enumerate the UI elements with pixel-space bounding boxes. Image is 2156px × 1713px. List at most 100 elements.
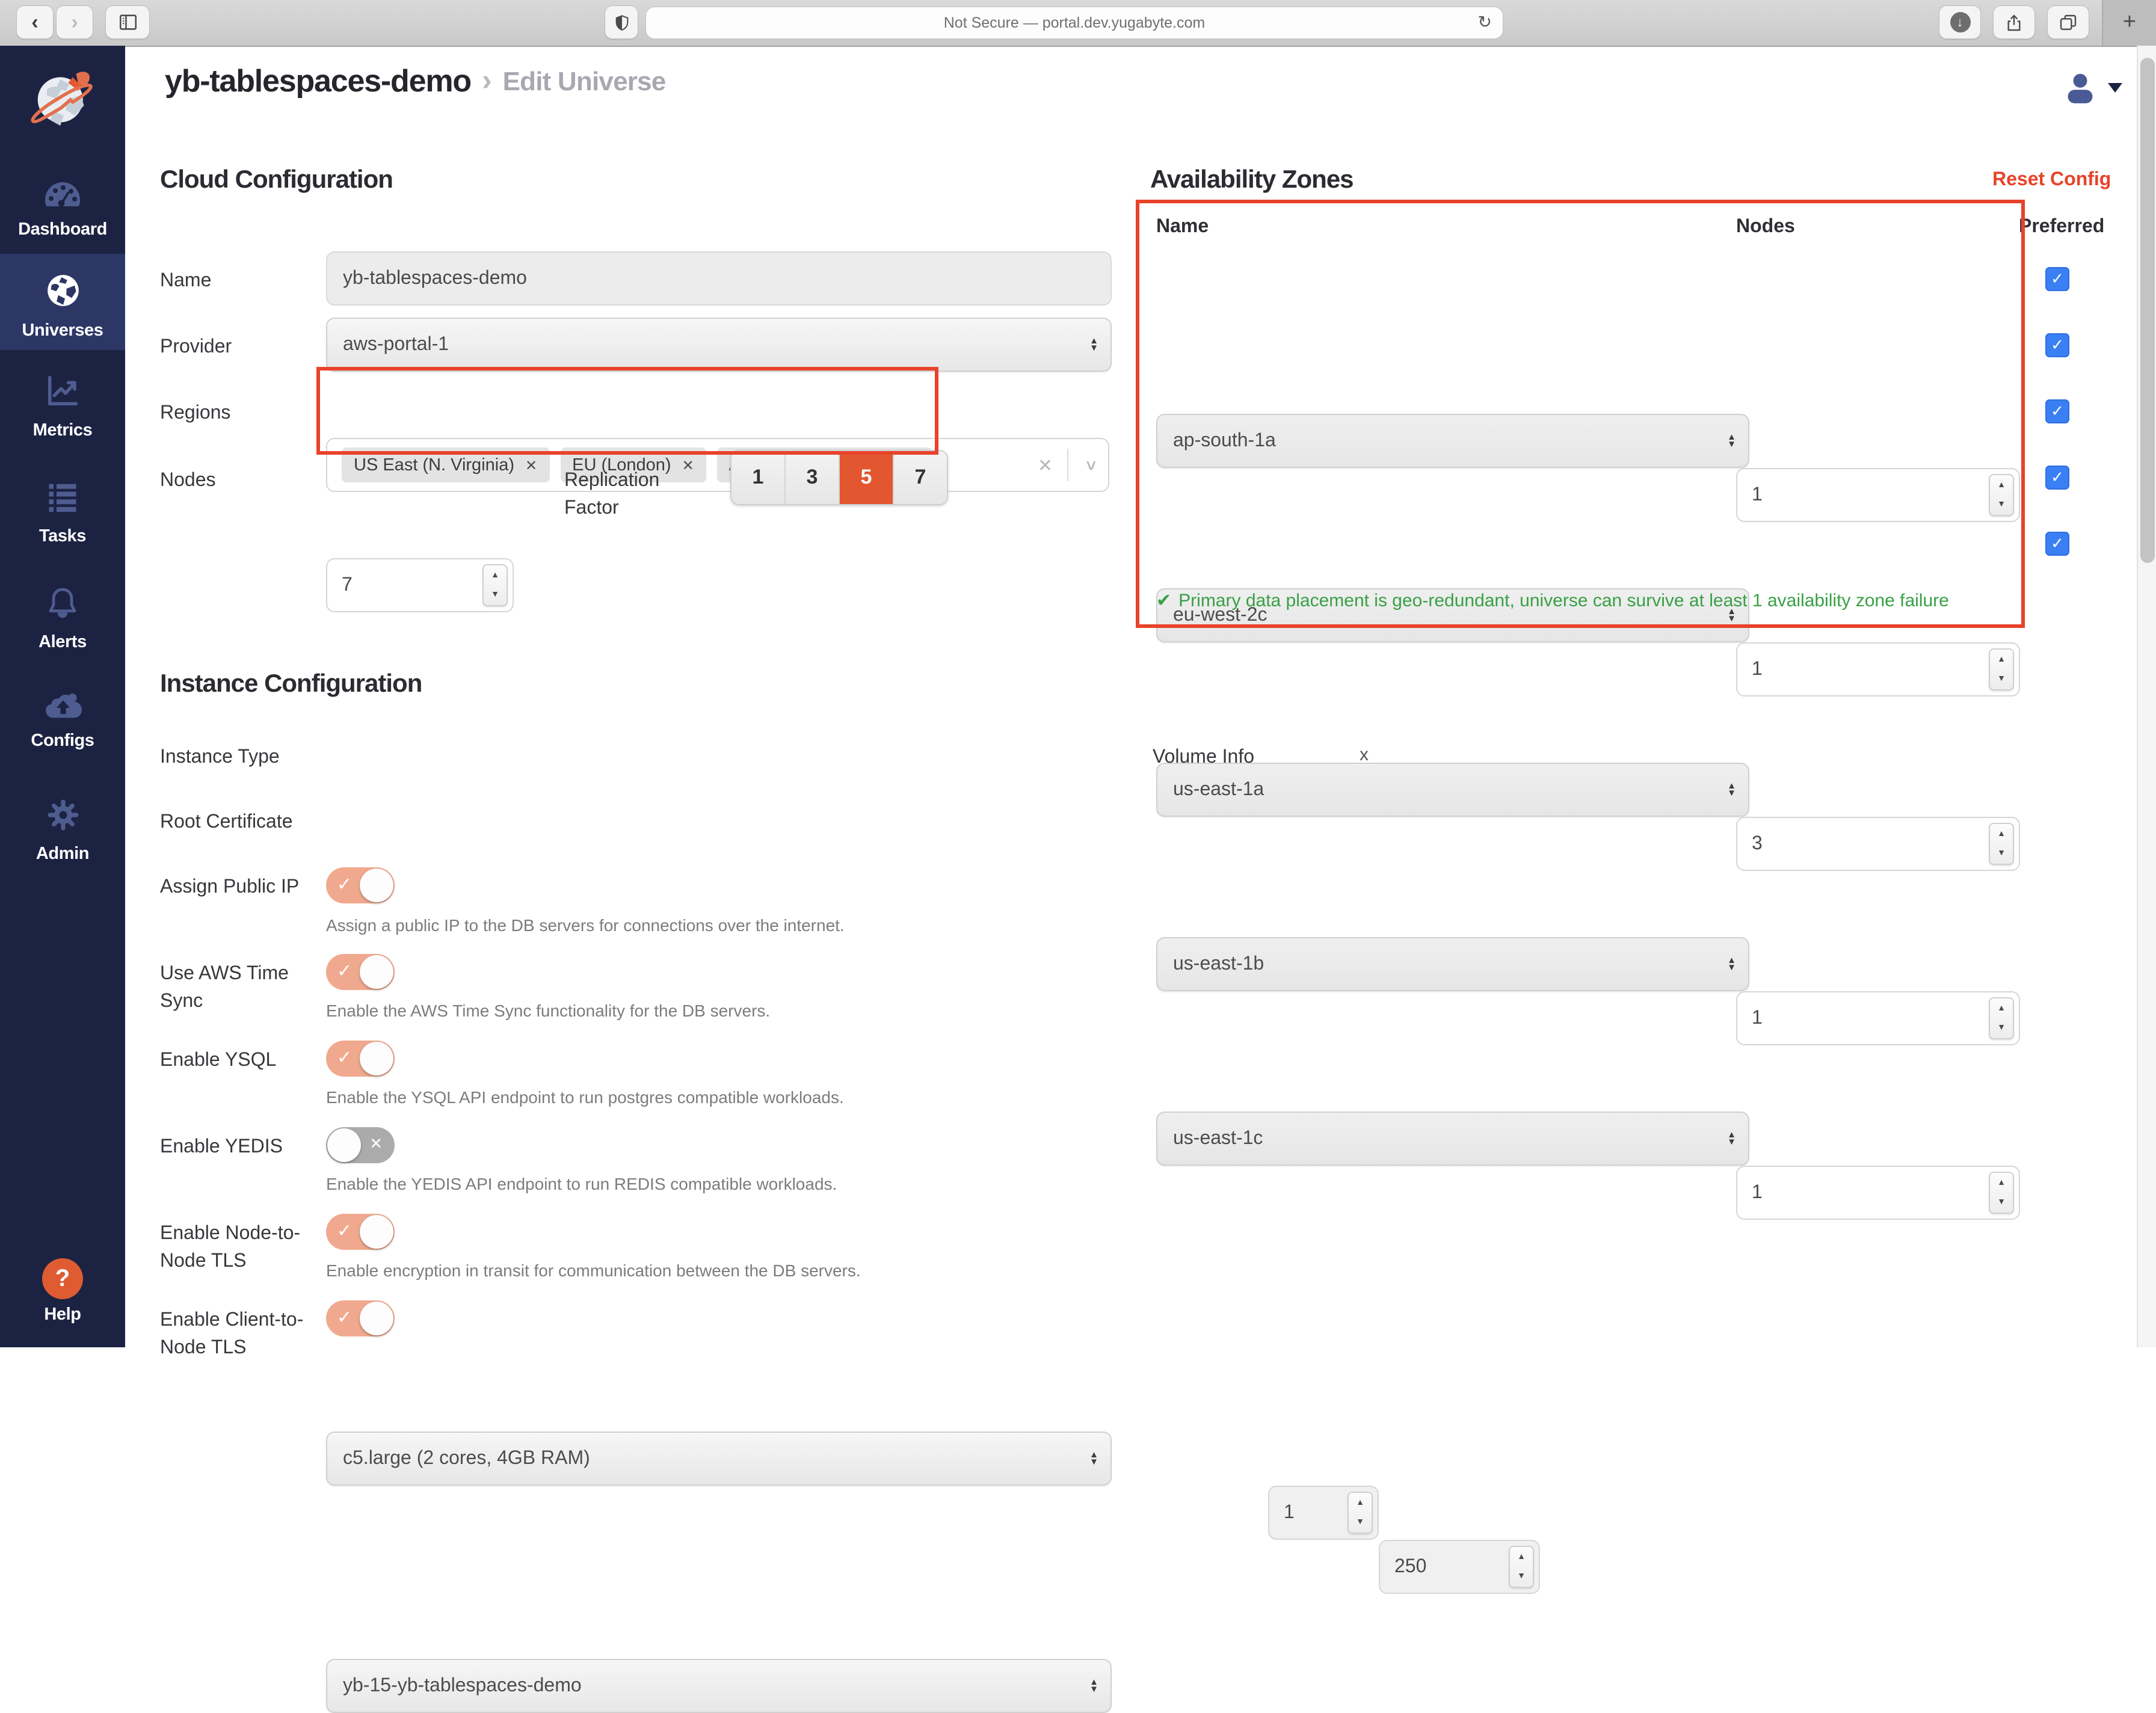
preferred-checkbox[interactable]: ✓ [2045,333,2069,357]
rf-option-1[interactable]: 1 [732,451,784,504]
node-to-node-tls-toggle[interactable]: ✓ [326,1214,395,1250]
volume-count-input[interactable]: 1 ▲▼ [1268,1486,1379,1540]
provider-label: Provider [160,333,232,361]
downloads-button[interactable]: ↓ [1939,6,1980,38]
assign-public-ip-description: Assign a public IP to the DB servers for… [326,915,845,935]
tabs-icon [2059,13,2078,32]
az-nodes-input[interactable]: 1 ▲▼ [1736,991,2020,1045]
stepper-buttons[interactable]: ▲▼ [1989,997,2014,1039]
reload-icon[interactable]: ↻ [1478,12,1492,32]
yugabyte-logo[interactable] [26,63,99,141]
sidebar-item-metrics[interactable]: Metrics [0,373,125,440]
az-nodes-input[interactable]: 3 ▲▼ [1736,817,2020,871]
sidebar-item-alerts[interactable]: Alerts [0,585,125,652]
name-value: yb-tablespaces-demo [343,268,527,289]
select-arrows-icon: ▲▼ [1727,956,1736,972]
node-to-node-tls-label: Enable Node-to- Node TLS [160,1220,328,1275]
remove-region-icon[interactable]: ✕ [525,457,537,473]
sidebar-item-configs[interactable]: Configs [0,690,125,750]
sidebar-item-label: Dashboard [0,220,125,239]
enable-ysql-label: Enable YSQL [160,1047,319,1074]
sidebar-item-tasks[interactable]: Tasks [0,479,125,546]
replication-factor-group: 1 3 5 7 [730,450,948,505]
breadcrumb: yb-tablespaces-demo › Edit Universe [165,63,665,100]
chart-line-icon [45,373,81,409]
regions-label: Regions [160,399,230,427]
az-zone-select[interactable]: us-east-1c ▲▼ [1156,1112,1749,1166]
client-to-node-tls-toggle[interactable]: ✓ [326,1300,395,1336]
az-nodes-input[interactable]: 1 ▲▼ [1736,1166,2020,1220]
sidebar-item-admin[interactable]: Admin [0,798,125,864]
assign-public-ip-toggle[interactable]: ✓ [326,867,395,903]
sidebar-toggle-button[interactable] [106,6,149,38]
nodes-input[interactable]: 7 ▲▼ [326,558,514,612]
select-arrows-icon: ▲▼ [1727,1131,1736,1146]
chevron-down-icon [2108,83,2122,93]
region-chip[interactable]: US East (N. Virginia) ✕ [342,447,549,482]
az-zone-select[interactable]: ap-south-1a ▲▼ [1156,414,1749,468]
name-label: Name [160,267,211,295]
stepper-buttons[interactable]: ▲▼ [1989,1172,2014,1214]
page-title: Edit Universe [503,66,666,97]
sidebar-item-label: Alerts [0,633,125,652]
az-zone-select[interactable]: us-east-1b ▲▼ [1156,937,1749,991]
sidebar-item-universes[interactable]: Universes [0,272,125,340]
name-field[interactable]: yb-tablespaces-demo [326,251,1112,306]
address-bar[interactable]: Not Secure — portal.dev.yugabyte.com ↻ [646,7,1503,38]
az-zone-value: us-east-1b [1173,953,1264,975]
preferred-checkbox[interactable]: ✓ [2045,532,2069,556]
instance-type-select[interactable]: c5.large (2 cores, 4GB RAM) ▲▼ [326,1432,1112,1486]
az-col-preferred: Preferred [2019,217,2104,238]
sidebar-item-help[interactable]: ? Help [0,1258,125,1324]
volume-size-input[interactable]: 250 ▲▼ [1379,1540,1540,1594]
volume-multiply-label: x [1360,745,1369,765]
stepper-buttons[interactable]: ▲▼ [1989,823,2014,865]
regions-multiselect[interactable]: US East (N. Virginia) ✕ EU (London) ✕ As… [326,438,1109,492]
rf-option-3[interactable]: 3 [784,451,839,504]
stepper-buttons[interactable]: ▲▼ [1509,1546,1534,1588]
toggle-knob [360,1302,393,1335]
enable-yedis-toggle[interactable]: ✕ [326,1127,395,1163]
rf-option-5-selected[interactable]: 5 [839,451,893,504]
url-text: Not Secure — portal.dev.yugabyte.com [944,14,1206,31]
dropdown-chevron-icon[interactable]: ˅ [1086,455,1096,475]
share-button[interactable] [1994,6,2034,38]
tab-overview-button[interactable] [2048,6,2089,38]
cloud-upload-icon [43,690,82,719]
enable-ysql-toggle[interactable]: ✓ [326,1041,395,1077]
availability-zones-title: Availability Zones [1150,166,1354,195]
root-certificate-select[interactable]: yb-15-yb-tablespaces-demo ▲▼ [326,1659,1112,1713]
sidebar-item-dashboard[interactable]: Dashboard [0,180,125,239]
back-button[interactable]: ‹ [17,6,53,38]
check-icon: ✓ [337,960,352,982]
stepper-buttons[interactable]: ▲▼ [1989,648,2014,690]
sidebar-item-label: Metrics [0,421,125,440]
preferred-checkbox[interactable]: ✓ [2045,399,2069,423]
preferred-checkbox[interactable]: ✓ [2045,267,2069,291]
scrollbar[interactable] [2137,46,2156,1347]
clear-all-icon[interactable]: ✕ [1038,454,1053,476]
rf-option-7[interactable]: 7 [893,451,947,504]
provider-value: aws-portal-1 [343,334,449,355]
new-tab-button[interactable]: + [2102,0,2156,46]
az-nodes-input[interactable]: 1 ▲▼ [1736,642,2020,697]
scrollbar-thumb[interactable] [2140,58,2155,563]
select-arrows-icon: ▲▼ [1089,1451,1098,1466]
az-nodes-input[interactable]: 1 ▲▼ [1736,468,2020,522]
aws-time-sync-toggle[interactable]: ✓ [326,954,395,990]
preferred-checkbox[interactable]: ✓ [2045,466,2069,490]
toggle-knob [327,1128,361,1162]
stepper-buttons[interactable]: ▲▼ [1348,1492,1373,1534]
provider-select[interactable]: aws-portal-1 ▲▼ [326,318,1112,372]
stepper-buttons[interactable]: ▲▼ [1989,474,2014,516]
az-zone-value: us-east-1a [1173,779,1264,801]
list-icon [45,479,81,515]
divider [1067,449,1068,481]
user-menu[interactable] [2062,70,2122,106]
privacy-shield-button[interactable] [605,6,638,38]
share-icon [2004,13,2024,32]
reset-config-link[interactable]: Reset Config [1992,170,2111,191]
stepper-buttons[interactable]: ▲▼ [482,564,508,606]
universe-name-title[interactable]: yb-tablespaces-demo [165,63,471,100]
forward-button[interactable]: › [57,6,93,38]
